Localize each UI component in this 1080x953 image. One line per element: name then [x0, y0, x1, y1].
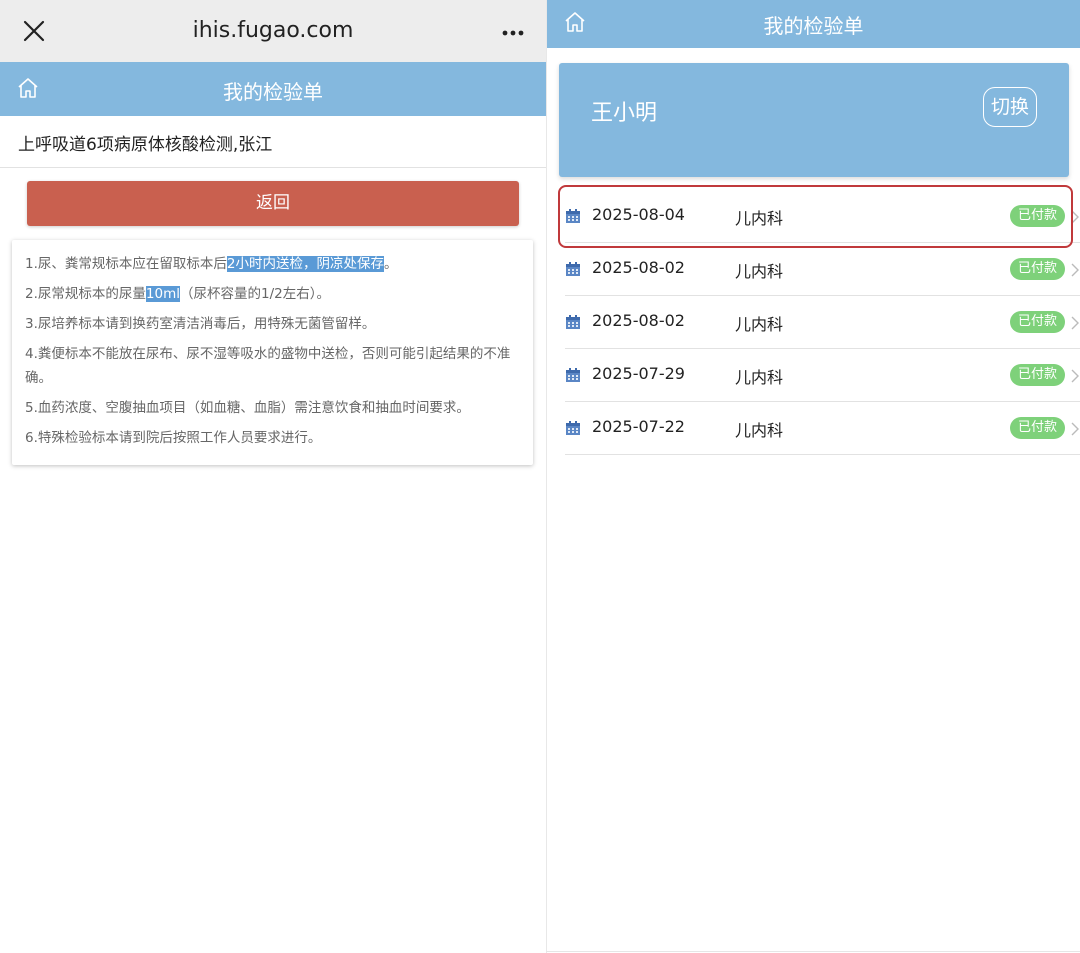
header-title: 我的检验单 — [763, 14, 864, 38]
app-header: 我的检验单 — [0, 62, 546, 116]
status-badge: 已付款 — [1009, 364, 1065, 386]
more-icon[interactable] — [502, 30, 524, 36]
back-button[interactable]: 返回 — [27, 181, 519, 226]
calendar-icon — [565, 420, 581, 436]
record-date: 2025-08-02 — [592, 258, 685, 277]
record-department: 儿内科 — [735, 368, 784, 387]
note-text: 6.特殊检验标本请到院后按照工作人员要求进行。 — [25, 430, 322, 446]
record-department: 儿内科 — [735, 315, 784, 334]
chevron-right-icon — [1071, 368, 1079, 383]
note-text: 1.尿、粪常规标本应在留取标本后 — [25, 256, 227, 272]
note-item: 5.血药浓度、空腹抽血项目（如血糖、血脂）需注意饮食和抽血时间要求。 — [25, 396, 521, 420]
note-item: 1.尿、粪常规标本应在留取标本后2小时内送检，阴凉处保存。 — [25, 252, 521, 276]
calendar-icon — [565, 367, 581, 383]
record-date: 2025-07-29 — [592, 364, 685, 383]
chevron-right-icon — [1071, 421, 1079, 436]
note-item: 3.尿培养标本请到换药室清洁消毒后，用特殊无菌管留样。 — [25, 312, 521, 336]
status-badge: 已付款 — [1009, 311, 1065, 333]
switch-patient-button[interactable]: 切换 — [982, 87, 1037, 127]
patient-card: 王小明 切换 — [559, 63, 1069, 177]
test-name: 上呼吸道6项病原体核酸检测,张江 — [18, 135, 273, 155]
record-row[interactable]: 2025-08-04 儿内科 已付款 — [565, 190, 1080, 243]
note-text: 4.粪便标本不能放在尿布、尿不湿等吸水的盛物中送检，否则可能引起结果的不准确。 — [25, 346, 511, 386]
note-text: （尿杯容量的1/2左右）。 — [179, 286, 330, 302]
status-badge: 已付款 — [1009, 258, 1065, 280]
record-department: 儿内科 — [735, 209, 784, 228]
note-item: 4.粪便标本不能放在尿布、尿不湿等吸水的盛物中送检，否则可能引起结果的不准确。 — [25, 342, 521, 390]
browser-bar: ihis.fugao.com — [0, 0, 546, 62]
chevron-right-icon — [1071, 315, 1079, 330]
right-screen: 我的检验单 王小明 切换 2025-08-04 儿内科 已付款 2025-08-02 儿… — [546, 0, 1080, 953]
record-row[interactable]: 2025-07-29 儿内科 已付款 — [565, 349, 1080, 402]
record-row[interactable]: 2025-08-02 儿内科 已付款 — [565, 243, 1080, 296]
divider — [546, 951, 1080, 952]
note-text: 。 — [383, 256, 398, 272]
header-title: 我的检验单 — [223, 80, 323, 104]
note-text: 5.血药浓度、空腹抽血项目（如血糖、血脂）需注意饮食和抽血时间要求。 — [25, 400, 470, 416]
record-date: 2025-08-04 — [592, 205, 685, 224]
test-name-row: 上呼吸道6项病原体核酸检测,张江 — [0, 116, 546, 168]
record-date: 2025-07-22 — [592, 417, 685, 436]
record-row[interactable]: 2025-07-22 儿内科 已付款 — [565, 402, 1080, 455]
app-header: 我的检验单 — [547, 0, 1080, 48]
patient-name: 王小明 — [591, 101, 658, 126]
left-screen: ihis.fugao.com 我的检验单 上呼吸道6项病原体核酸检测,张江 返回… — [0, 0, 546, 953]
browser-url: ihis.fugao.com — [192, 18, 354, 43]
note-text: 2.尿常规标本的尿量 — [25, 286, 146, 302]
record-department: 儿内科 — [735, 262, 784, 281]
chevron-right-icon — [1071, 262, 1079, 277]
status-badge: 已付款 — [1009, 417, 1065, 439]
calendar-icon — [565, 208, 581, 224]
record-row[interactable]: 2025-08-02 儿内科 已付款 — [565, 296, 1080, 349]
note-item: 6.特殊检验标本请到院后按照工作人员要求进行。 — [25, 426, 521, 450]
note-text: 3.尿培养标本请到换药室清洁消毒后，用特殊无菌管留样。 — [25, 316, 376, 332]
record-department: 儿内科 — [735, 421, 784, 440]
notes-card: 1.尿、粪常规标本应在留取标本后2小时内送检，阴凉处保存。 2.尿常规标本的尿量1… — [12, 240, 533, 465]
calendar-icon — [565, 314, 581, 330]
record-date: 2025-08-02 — [592, 311, 685, 330]
note-highlight: 2小时内送检，阴凉处保存 — [226, 256, 384, 272]
note-item: 2.尿常规标本的尿量10ml（尿杯容量的1/2左右）。 — [25, 282, 521, 306]
calendar-icon — [565, 261, 581, 277]
chevron-right-icon — [1071, 209, 1079, 224]
status-badge: 已付款 — [1009, 205, 1065, 227]
note-highlight: 10ml — [145, 286, 180, 302]
record-list: 2025-08-04 儿内科 已付款 2025-08-02 儿内科 已付款 2025-08-… — [547, 190, 1080, 455]
